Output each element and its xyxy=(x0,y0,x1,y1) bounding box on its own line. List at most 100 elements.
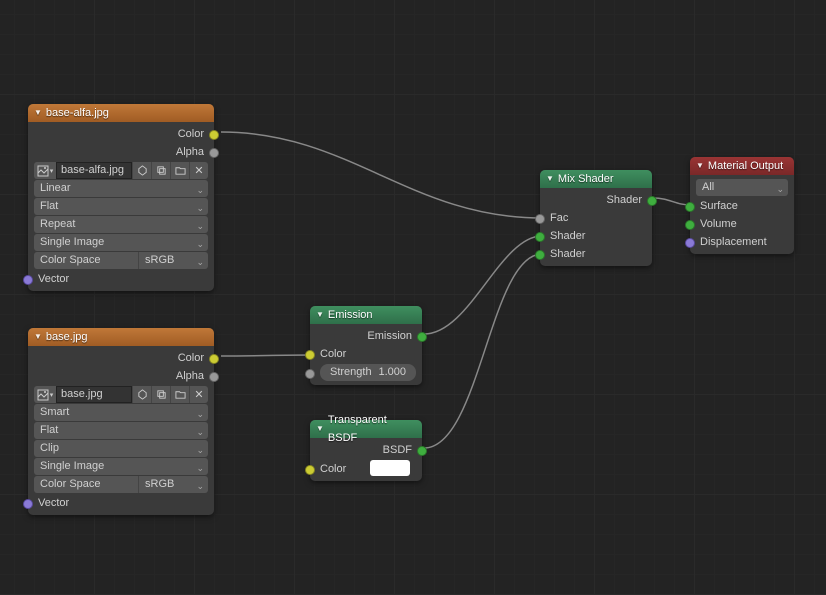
interpolation-select[interactable]: Smart⌄ xyxy=(34,404,208,421)
socket-color-out[interactable] xyxy=(209,354,219,364)
input-color: Color xyxy=(310,460,422,478)
fake-user-icon[interactable] xyxy=(132,386,151,403)
chevron-down-icon: ⌄ xyxy=(196,236,204,253)
node-title: Emission xyxy=(328,306,373,324)
collapse-icon[interactable]: ▼ xyxy=(546,170,554,188)
node-title: base-alfa.jpg xyxy=(46,104,109,122)
output-alpha: Alpha xyxy=(28,367,214,385)
colorspace-label: Color Space xyxy=(34,476,138,493)
socket-vector-in[interactable] xyxy=(23,275,33,285)
unlink-icon[interactable]: ✕ xyxy=(189,162,208,179)
socket-alpha-out[interactable] xyxy=(209,148,219,158)
node-emission[interactable]: ▼ Emission Emission Color Strength 1.000 xyxy=(310,306,422,385)
input-shader-1: Shader xyxy=(540,227,652,245)
collapse-icon[interactable]: ▼ xyxy=(34,104,42,122)
image-name-field[interactable]: base-alfa.jpg xyxy=(56,162,132,179)
socket-emission-out[interactable] xyxy=(417,332,427,342)
chevron-down-icon: ⌄ xyxy=(196,442,204,459)
collapse-icon[interactable]: ▼ xyxy=(316,420,324,438)
node-title: base.jpg xyxy=(46,328,88,346)
node-image-texture-b[interactable]: ▼ base.jpg Color Alpha ▾ base.jpg ✕ Sm xyxy=(28,328,214,515)
socket-vector-in[interactable] xyxy=(23,499,33,509)
image-name-field[interactable]: base.jpg xyxy=(56,386,132,403)
chevron-down-icon: ⌄ xyxy=(196,460,204,477)
fake-user-icon[interactable] xyxy=(132,162,151,179)
socket-displacement-in[interactable] xyxy=(685,238,695,248)
node-header[interactable]: ▼ Material Output xyxy=(690,157,794,175)
chevron-down-icon: ⌄ xyxy=(196,182,204,199)
color-swatch[interactable] xyxy=(370,460,410,476)
socket-color-out[interactable] xyxy=(209,130,219,140)
input-vector: Vector xyxy=(28,270,214,288)
image-toolbar: ▾ base.jpg ✕ xyxy=(34,386,208,403)
node-header[interactable]: ▼ Mix Shader xyxy=(540,170,652,188)
chevron-down-icon: ⌄ xyxy=(776,181,784,198)
input-strength: Strength 1.000 xyxy=(310,364,422,382)
interpolation-select[interactable]: Linear⌄ xyxy=(34,180,208,197)
node-title: Material Output xyxy=(708,157,783,175)
socket-fac-in[interactable] xyxy=(535,214,545,224)
projection-select[interactable]: Flat⌄ xyxy=(34,198,208,215)
output-emission: Emission xyxy=(310,327,422,345)
input-surface: Surface xyxy=(690,197,794,215)
chevron-down-icon: ⌄ xyxy=(196,218,204,235)
colorspace-select[interactable]: sRGB⌄ xyxy=(138,252,208,269)
source-select[interactable]: Single Image⌄ xyxy=(34,458,208,475)
colorspace-select[interactable]: sRGB⌄ xyxy=(138,476,208,493)
input-displacement: Displacement xyxy=(690,233,794,251)
source-select[interactable]: Single Image⌄ xyxy=(34,234,208,251)
duplicate-icon[interactable] xyxy=(151,386,170,403)
socket-shader-out[interactable] xyxy=(647,196,657,206)
node-mix-shader[interactable]: ▼ Mix Shader Shader Fac Shader Shader xyxy=(540,170,652,266)
image-toolbar: ▾ base-alfa.jpg ✕ xyxy=(34,162,208,179)
open-file-icon[interactable] xyxy=(170,162,189,179)
colorspace-row: Color Space sRGB⌄ xyxy=(34,476,208,493)
socket-color-in[interactable] xyxy=(305,350,315,360)
collapse-icon[interactable]: ▼ xyxy=(316,306,324,324)
output-shader: Shader xyxy=(540,191,652,209)
socket-volume-in[interactable] xyxy=(685,220,695,230)
chevron-down-icon: ⌄ xyxy=(196,406,204,423)
socket-shader1-in[interactable] xyxy=(535,232,545,242)
extension-select[interactable]: Clip⌄ xyxy=(34,440,208,457)
collapse-icon[interactable]: ▼ xyxy=(34,328,42,346)
collapse-icon[interactable]: ▼ xyxy=(696,157,704,175)
input-volume: Volume xyxy=(690,215,794,233)
socket-alpha-out[interactable] xyxy=(209,372,219,382)
socket-strength-in[interactable] xyxy=(305,369,315,379)
colorspace-label: Color Space xyxy=(34,252,138,269)
target-select[interactable]: All⌄ xyxy=(696,179,788,196)
node-header[interactable]: ▼ Emission xyxy=(310,306,422,324)
node-image-texture-a[interactable]: ▼ base-alfa.jpg Color Alpha ▾ base-alfa.… xyxy=(28,104,214,291)
node-transparent-bsdf[interactable]: ▼ Transparent BSDF BSDF Color xyxy=(310,420,422,481)
socket-shader2-in[interactable] xyxy=(535,250,545,260)
socket-color-in[interactable] xyxy=(305,465,315,475)
unlink-icon[interactable]: ✕ xyxy=(189,386,208,403)
open-file-icon[interactable] xyxy=(170,386,189,403)
output-bsdf: BSDF xyxy=(310,441,422,459)
duplicate-icon[interactable] xyxy=(151,162,170,179)
node-title: Mix Shader xyxy=(558,170,614,188)
node-material-output[interactable]: ▼ Material Output All⌄ Surface Volume Di… xyxy=(690,157,794,254)
node-header[interactable]: ▼ Transparent BSDF xyxy=(310,420,422,438)
output-color: Color xyxy=(28,349,214,367)
node-header[interactable]: ▼ base.jpg xyxy=(28,328,214,346)
image-browse-icon[interactable]: ▾ xyxy=(34,162,56,179)
projection-select[interactable]: Flat⌄ xyxy=(34,422,208,439)
output-color: Color xyxy=(28,125,214,143)
strength-field[interactable]: Strength 1.000 xyxy=(320,364,416,381)
input-vector: Vector xyxy=(28,494,214,512)
input-color: Color xyxy=(310,345,422,363)
chevron-down-icon: ⌄ xyxy=(196,478,204,495)
image-browse-icon[interactable]: ▾ xyxy=(34,386,56,403)
output-alpha: Alpha xyxy=(28,143,214,161)
input-shader-2: Shader xyxy=(540,245,652,263)
socket-surface-in[interactable] xyxy=(685,202,695,212)
colorspace-row: Color Space sRGB⌄ xyxy=(34,252,208,269)
input-fac: Fac xyxy=(540,209,652,227)
extension-select[interactable]: Repeat⌄ xyxy=(34,216,208,233)
socket-bsdf-out[interactable] xyxy=(417,446,427,456)
node-header[interactable]: ▼ base-alfa.jpg xyxy=(28,104,214,122)
chevron-down-icon: ⌄ xyxy=(196,200,204,217)
chevron-down-icon: ⌄ xyxy=(196,254,204,271)
